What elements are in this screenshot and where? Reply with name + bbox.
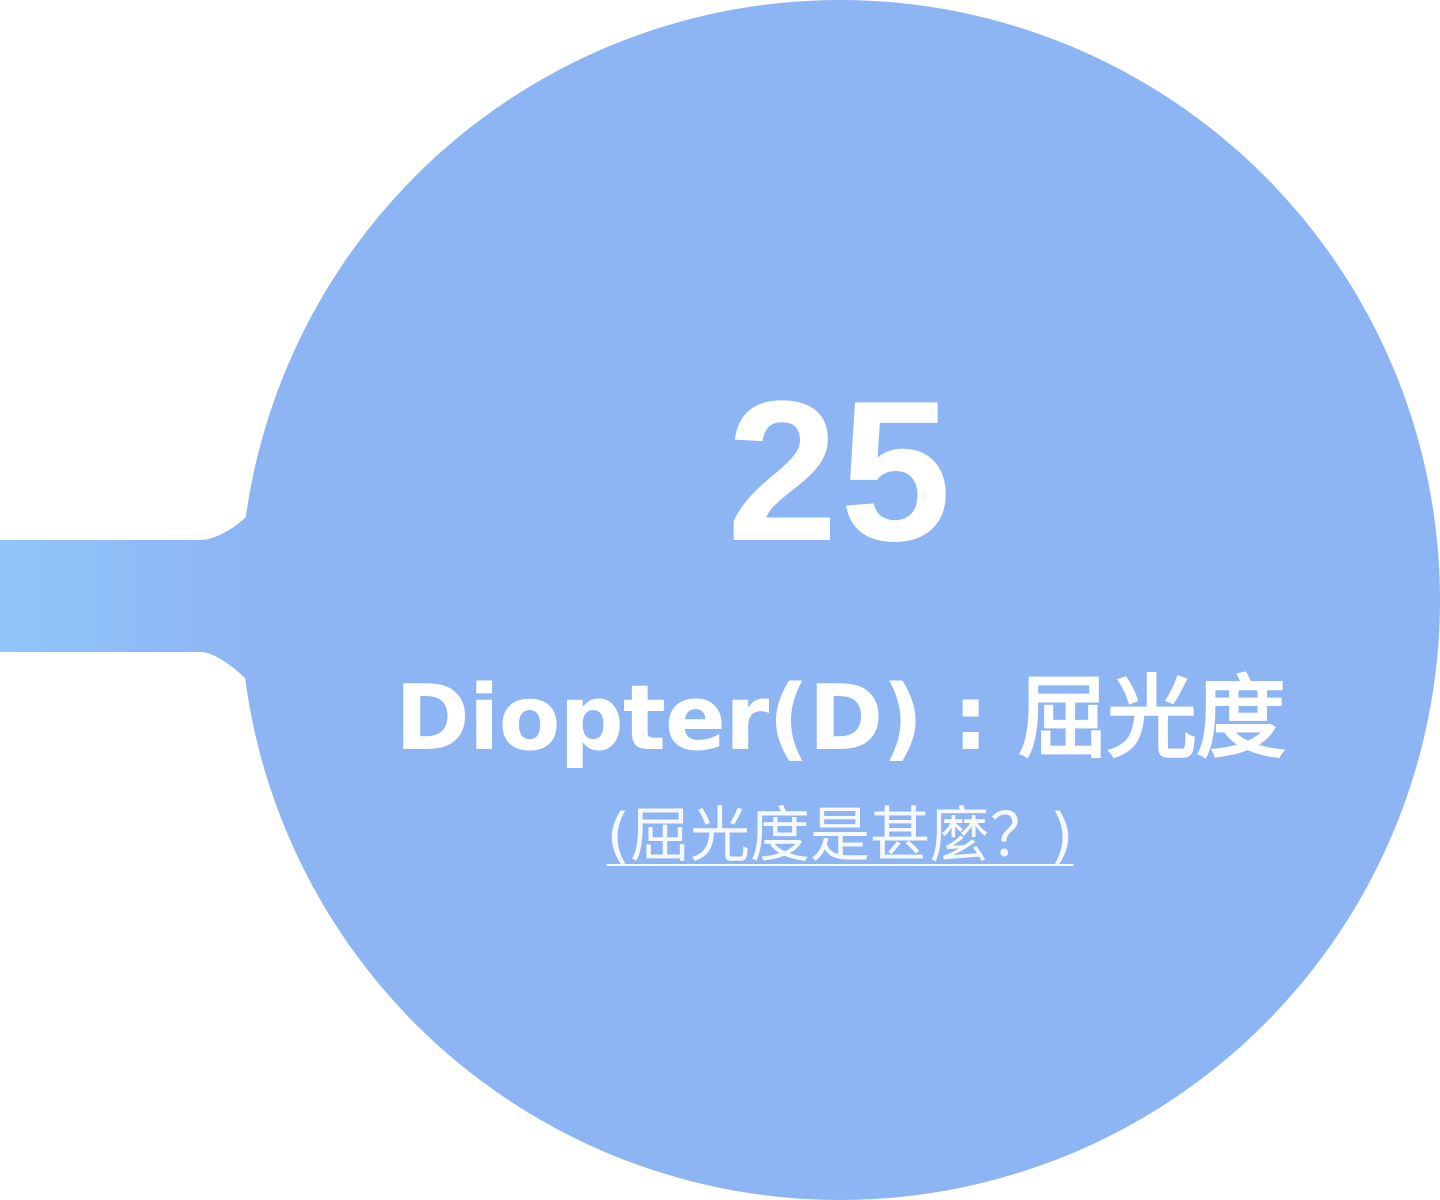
what-is-diopter-link[interactable]: (屈光度是甚麼？) [240,800,1440,872]
metric-content: 25 Diopter(D) : 屈光度 (屈光度是甚麼？) [240,0,1440,1200]
connector-bar [0,516,247,680]
diopter-stat-card: 25 Diopter(D) : 屈光度 (屈光度是甚麼？) [0,0,1440,1200]
metric-value: 25 [726,360,954,583]
metric-label: Diopter(D) : 屈光度 [395,666,1286,771]
